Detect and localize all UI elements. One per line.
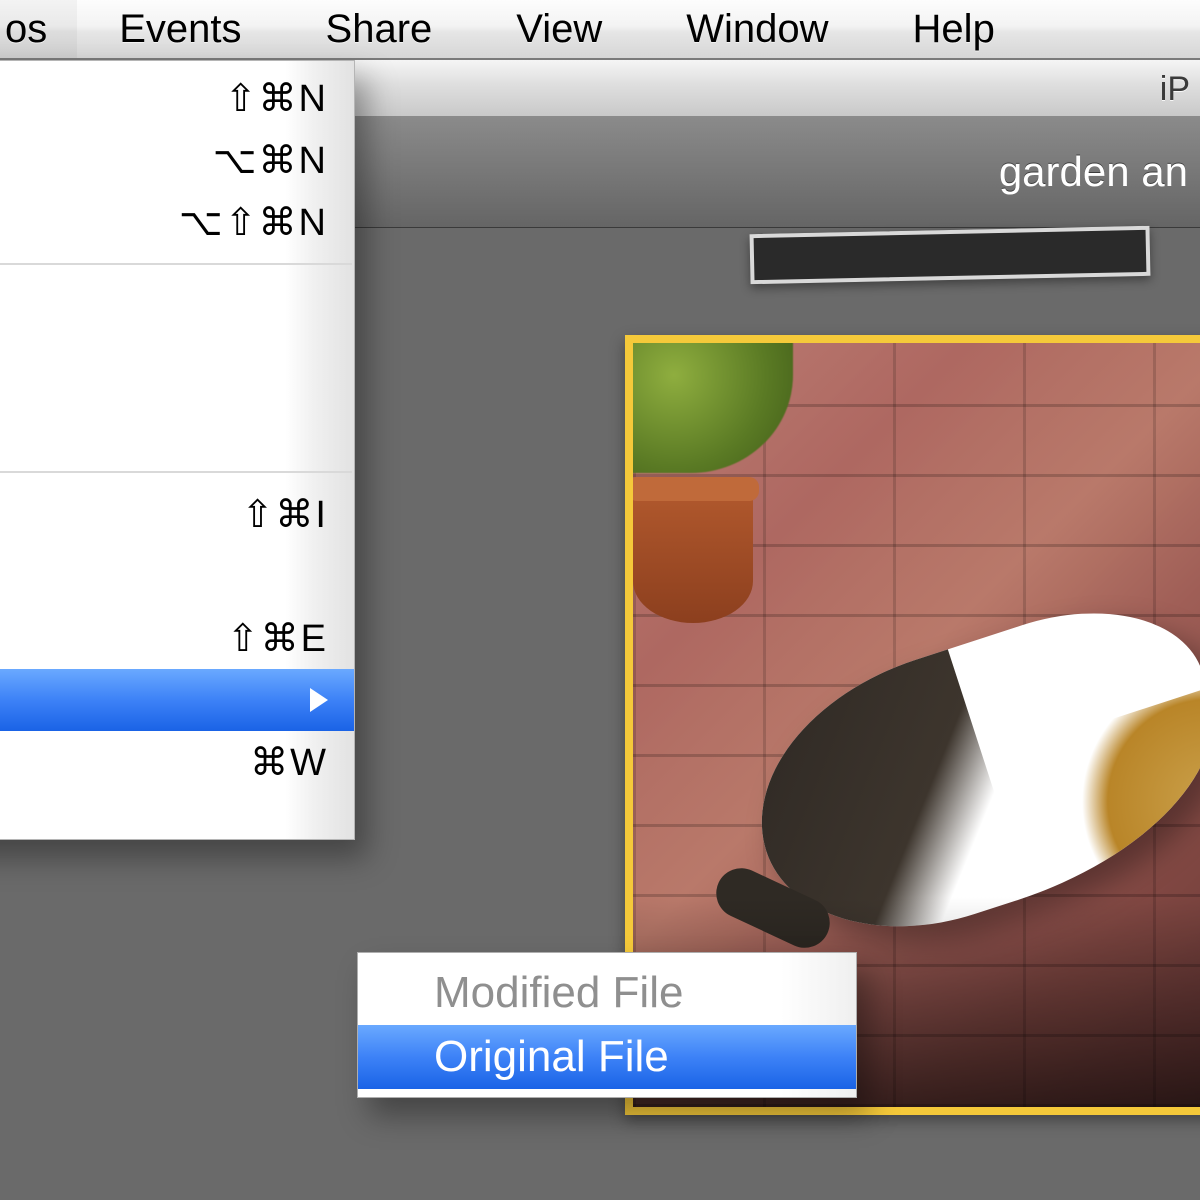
window-title: iP: [1160, 70, 1190, 108]
menu-item-new-album[interactable]: um ⇧⌘N: [0, 67, 354, 129]
menu-label: Help: [913, 7, 995, 52]
menu-item-shortcut: ⌘W: [168, 740, 328, 785]
menu-label: Window: [686, 7, 828, 52]
submenu-arrow-icon: [310, 688, 328, 712]
menu-label: View: [516, 7, 602, 52]
menu-item-label: y…: [0, 493, 168, 536]
menu-item-shortcut: ⇧⌘E: [168, 616, 328, 661]
menu-os[interactable]: os: [0, 0, 77, 58]
menu-item-new-album-from[interactable]: m… ⌥⌘N: [0, 129, 354, 191]
submenu-item-modified-file: Modified File: [358, 961, 856, 1025]
menubar: os Events Share View Window Help: [0, 0, 1200, 60]
menu-window[interactable]: Window: [644, 0, 870, 58]
menu-label: os: [5, 7, 47, 52]
show-file-submenu: Modified File Original File: [357, 952, 857, 1098]
menu-item-blank[interactable]: [0, 275, 354, 337]
menu-item-blank[interactable]: [0, 399, 354, 461]
menu-events[interactable]: Events: [77, 0, 283, 58]
submenu-item-label: Modified File: [434, 968, 683, 1018]
menu-item-import[interactable]: y… ⇧⌘I: [0, 483, 354, 545]
menu-item-blank[interactable]: [0, 793, 354, 833]
menu-item-shortcut: ⌥⌘N: [168, 138, 328, 183]
menu-item-export[interactable]: ⇧⌘E: [0, 607, 354, 669]
menu-separator: [0, 263, 352, 265]
submenu-item-original-file[interactable]: Original File: [358, 1025, 856, 1089]
menu-item-shortcut: ⇧⌘N: [168, 76, 328, 121]
menu-item-close-window[interactable]: ⌘W: [0, 731, 354, 793]
menu-separator: [0, 471, 352, 473]
menu-item-export-library[interactable]: y…: [0, 545, 354, 607]
menu-item-shortcut: ⇧⌘I: [168, 492, 328, 537]
menu-item-label: um: [0, 77, 168, 120]
menu-help[interactable]: Help: [871, 0, 1037, 58]
photo-stack-card: [750, 226, 1151, 284]
submenu-item-label: Original File: [434, 1032, 669, 1082]
event-title: garden an: [999, 148, 1188, 195]
menu-item-show-file[interactable]: [0, 669, 354, 731]
menu-item-label: y…: [0, 555, 168, 598]
file-menu-dropdown: um ⇧⌘N m… ⌥⌘N ⌥⇧⌘N y… ⇧⌘I y… ⇧⌘E ⌘W: [0, 60, 355, 840]
menu-item-shortcut: ⌥⇧⌘N: [168, 200, 328, 245]
menu-label: Events: [119, 7, 241, 52]
menu-item-blank[interactable]: [0, 337, 354, 399]
menu-label: Share: [326, 7, 433, 52]
menu-item-new-smart-album[interactable]: ⌥⇧⌘N: [0, 191, 354, 253]
menu-share[interactable]: Share: [284, 0, 475, 58]
photo-flowerpot: [633, 483, 753, 623]
menu-item-label: m…: [0, 139, 168, 182]
menu-view[interactable]: View: [474, 0, 644, 58]
